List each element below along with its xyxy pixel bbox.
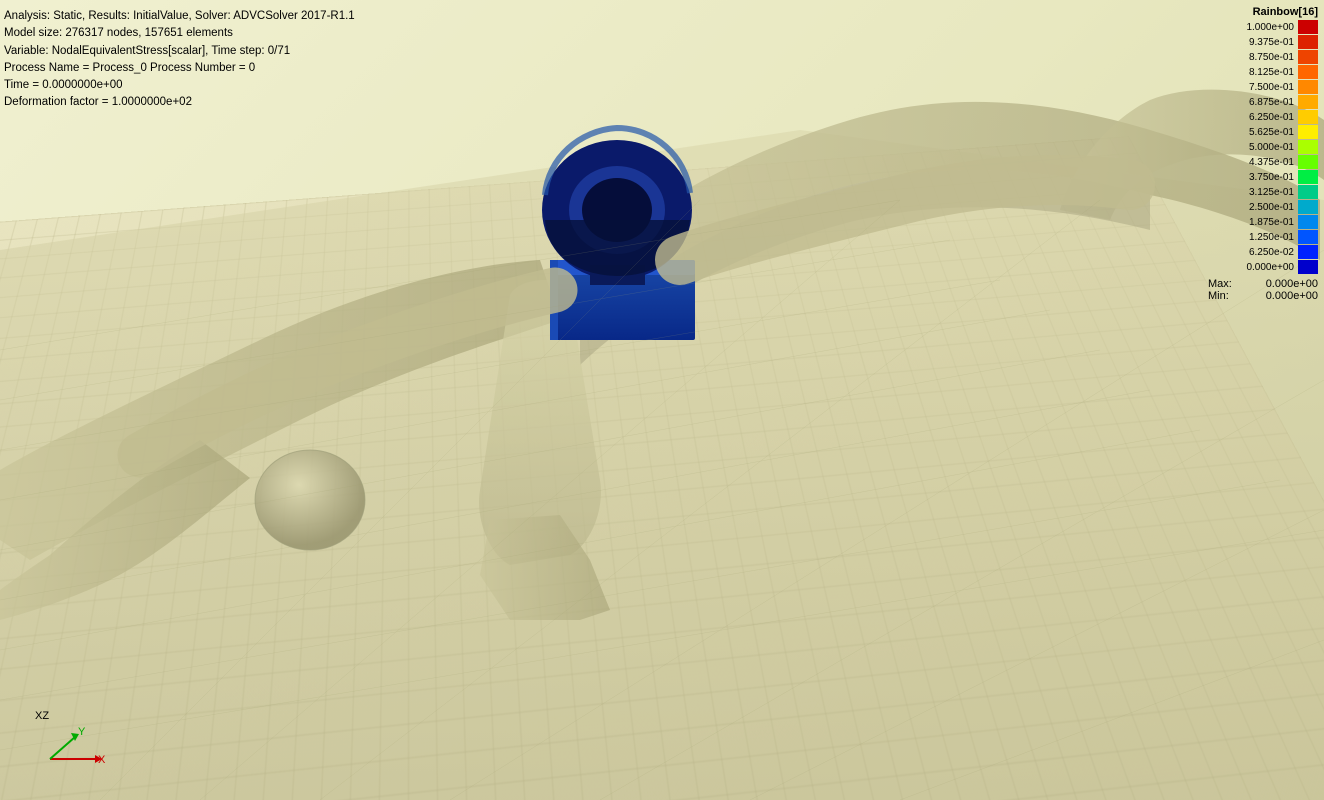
legend-entry-label: 0.000e+00: [1229, 262, 1294, 273]
legend-color-swatch: [1298, 140, 1318, 154]
axis-indicator: XZ X Y: [30, 707, 110, 780]
legend-color-swatch: [1298, 110, 1318, 124]
legend-entry-label: 4.375e-01: [1229, 157, 1294, 168]
legend-color-swatch: [1298, 215, 1318, 229]
legend-color-swatch: [1298, 260, 1318, 274]
legend-color-swatch: [1298, 245, 1318, 259]
scene-svg: [0, 0, 1324, 800]
legend-entry-label: 1.875e-01: [1229, 217, 1294, 228]
legend-entry: 6.250e-02: [1208, 245, 1318, 259]
legend-entry: 2.500e-01: [1208, 200, 1318, 214]
legend-entry: 6.875e-01: [1208, 95, 1318, 109]
legend-entry-label: 8.125e-01: [1229, 67, 1294, 78]
legend-entry: 8.750e-01: [1208, 50, 1318, 64]
legend-entry-label: 6.250e-01: [1229, 112, 1294, 123]
legend-entry-label: 3.125e-01: [1229, 187, 1294, 198]
analysis-line: Analysis: Static, Results: InitialValue,…: [4, 8, 355, 25]
legend-color-swatch: [1298, 50, 1318, 64]
svg-text:X: X: [98, 754, 106, 766]
time-line: Time = 0.0000000e+00: [4, 77, 355, 94]
legend-color-swatch: [1298, 125, 1318, 139]
variable-line: Variable: NodalEquivalentStress[scalar],…: [4, 43, 355, 60]
legend-entry: 3.125e-01: [1208, 185, 1318, 199]
min-value: 0.000e+00: [1266, 290, 1318, 302]
legend-entry-label: 6.250e-02: [1229, 247, 1294, 258]
legend-entry-label: 6.875e-01: [1229, 97, 1294, 108]
legend-color-swatch: [1298, 35, 1318, 49]
legend-entry-label: 1.000e+00: [1229, 22, 1294, 33]
legend-color-swatch: [1298, 170, 1318, 184]
xz-label: XZ: [35, 710, 49, 722]
model-size-line: Model size: 276317 nodes, 157651 element…: [4, 25, 355, 42]
info-overlay: Analysis: Static, Results: InitialValue,…: [4, 8, 355, 112]
deformation-line: Deformation factor = 1.0000000e+02: [4, 94, 355, 111]
legend-entry: 3.750e-01: [1208, 170, 1318, 184]
legend-stats: Max: 0.000e+00 Min: 0.000e+00: [1208, 278, 1318, 302]
svg-text:Y: Y: [78, 726, 86, 738]
min-label: Min:: [1208, 290, 1229, 302]
legend-color-swatch: [1298, 20, 1318, 34]
legend-entries: 1.000e+00 9.375e-01 8.750e-01 8.125e-01 7.50…: [1208, 20, 1318, 274]
legend-entry: 5.000e-01: [1208, 140, 1318, 154]
legend-entry: 1.875e-01: [1208, 215, 1318, 229]
legend-entry: 5.625e-01: [1208, 125, 1318, 139]
legend-entry-label: 3.750e-01: [1229, 172, 1294, 183]
legend-entry: 6.250e-01: [1208, 110, 1318, 124]
color-legend: Rainbow[16] 1.000e+00 9.375e-01 8.750e-01 8…: [1208, 6, 1318, 302]
legend-entry: 9.375e-01: [1208, 35, 1318, 49]
legend-entry-label: 7.500e-01: [1229, 82, 1294, 93]
legend-color-swatch: [1298, 80, 1318, 94]
legend-entry: 4.375e-01: [1208, 155, 1318, 169]
legend-entry-label: 2.500e-01: [1229, 202, 1294, 213]
legend-entry-label: 9.375e-01: [1229, 37, 1294, 48]
legend-title: Rainbow[16]: [1208, 6, 1318, 18]
legend-entry: 0.000e+00: [1208, 260, 1318, 274]
legend-color-swatch: [1298, 95, 1318, 109]
legend-entry: 1.250e-01: [1208, 230, 1318, 244]
legend-entry-label: 5.000e-01: [1229, 142, 1294, 153]
legend-entry-label: 8.750e-01: [1229, 52, 1294, 63]
max-value: 0.000e+00: [1266, 278, 1318, 290]
legend-entry: 1.000e+00: [1208, 20, 1318, 34]
legend-entry-label: 1.250e-01: [1229, 232, 1294, 243]
legend-entry: 7.500e-01: [1208, 80, 1318, 94]
max-label: Max:: [1208, 278, 1232, 290]
legend-color-swatch: [1298, 65, 1318, 79]
viewport: Analysis: Static, Results: InitialValue,…: [0, 0, 1324, 800]
ball-joint-left: [255, 450, 365, 550]
legend-color-swatch: [1298, 200, 1318, 214]
process-line: Process Name = Process_0 Process Number …: [4, 60, 355, 77]
legend-color-swatch: [1298, 185, 1318, 199]
legend-color-swatch: [1298, 230, 1318, 244]
legend-entry: 8.125e-01: [1208, 65, 1318, 79]
legend-entry-label: 5.625e-01: [1229, 127, 1294, 138]
legend-color-swatch: [1298, 155, 1318, 169]
